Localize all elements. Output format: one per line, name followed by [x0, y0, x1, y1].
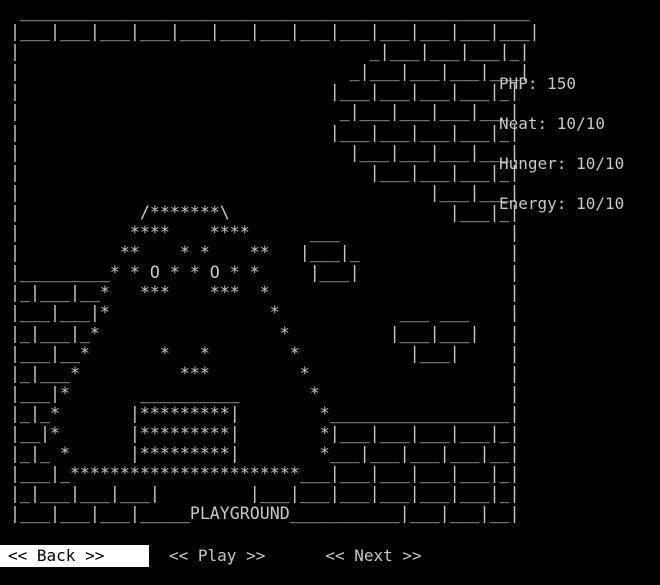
php-stat: PHP: 150: [499, 74, 577, 93]
back-button[interactable]: << Back >>: [0, 545, 149, 567]
next-button[interactable]: << Next >>: [325, 545, 421, 567]
bottom-menu: << Back >> << Play >> << Next >>: [0, 545, 422, 567]
neat-stat: Neat: 10/10: [499, 114, 605, 133]
energy-stat: Energy: 10/10: [499, 194, 625, 213]
hunger-stat: Hunger: 10/10: [499, 154, 625, 173]
play-button[interactable]: << Play >>: [169, 545, 265, 567]
pet-stats-panel: PHP: 150 Neat: 10/10 Hunger: 10/10 Energ…: [499, 64, 624, 224]
playground-ascii-art: ________________________________________…: [10, 2, 540, 524]
